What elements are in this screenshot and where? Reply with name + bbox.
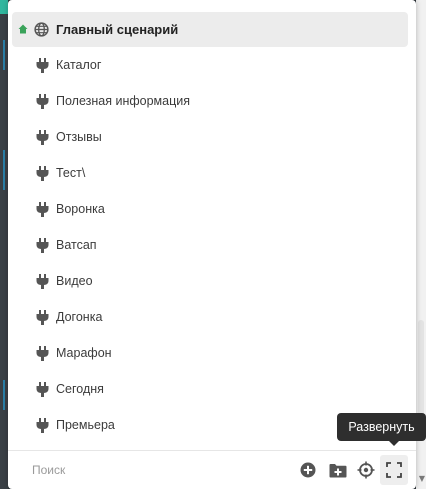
home-icon [18, 24, 28, 34]
scenario-item[interactable]: Каталог [12, 47, 416, 83]
expand-tooltip: Развернуть [337, 413, 426, 446]
target-icon [357, 461, 375, 479]
scenario-list: Главный сценарий Каталог Полезная информ… [12, 12, 416, 443]
scenario-item[interactable]: Видео [12, 263, 416, 299]
plug-icon [36, 58, 49, 73]
locate-button[interactable] [356, 460, 376, 480]
plug-icon [36, 94, 49, 109]
panel-footer [8, 450, 416, 489]
scroll-down-arrow-icon[interactable]: ▼ [419, 474, 425, 483]
scenario-item[interactable]: Сегодня [12, 371, 416, 407]
plug-icon [36, 166, 49, 181]
canvas-connector-line [3, 150, 5, 190]
canvas-connector-line [3, 40, 5, 70]
scenario-item-label: Видео [56, 274, 93, 288]
scenario-item-label: Тест\ [56, 166, 86, 180]
tooltip-arrow [389, 441, 399, 446]
expand-button[interactable] [380, 455, 408, 485]
scenario-item-label: Воронка [56, 202, 105, 216]
plug-icon [36, 238, 49, 253]
scenario-item[interactable]: Марафон [12, 335, 416, 371]
search-input[interactable] [32, 461, 232, 479]
scenario-item-label: Догонка [56, 310, 103, 324]
canvas-connector-line [3, 380, 5, 410]
scenario-item-label: Каталог [56, 58, 102, 72]
scenario-item[interactable]: Полезная информация [12, 83, 416, 119]
scenario-item[interactable]: Ватсап [12, 227, 416, 263]
add-folder-button[interactable] [328, 460, 348, 480]
scenario-item-label: Премьера [56, 418, 115, 432]
scenario-item-label: Марафон [56, 346, 112, 360]
plug-icon [36, 274, 49, 289]
plug-icon [36, 346, 49, 361]
scenario-item-label: Отзывы [56, 130, 102, 144]
add-scenario-button[interactable] [298, 460, 318, 480]
plug-icon [36, 202, 49, 217]
scenario-item[interactable]: Тест\ [12, 155, 416, 191]
canvas-background-left [0, 0, 8, 489]
globe-icon [34, 22, 49, 37]
plug-icon [36, 310, 49, 325]
scenario-item[interactable]: Догонка [12, 299, 416, 335]
scenario-item-main[interactable]: Главный сценарий [12, 12, 408, 47]
scenario-item-label: Сегодня [56, 382, 104, 396]
plug-icon [36, 130, 49, 145]
plug-icon [36, 418, 49, 433]
scenario-item-label: Главный сценарий [56, 22, 179, 37]
scenario-item[interactable]: Воронка [12, 191, 416, 227]
tooltip-text: Развернуть [348, 420, 415, 434]
scenario-item[interactable]: Отзывы [12, 119, 416, 155]
expand-icon [386, 462, 402, 478]
add-circle-icon [300, 462, 316, 478]
scenario-item-label: Полезная информация [56, 94, 190, 108]
canvas-node-edge [0, 0, 8, 14]
plug-icon [36, 382, 49, 397]
add-folder-icon [329, 463, 347, 477]
scenario-item-label: Ватсап [56, 238, 97, 252]
